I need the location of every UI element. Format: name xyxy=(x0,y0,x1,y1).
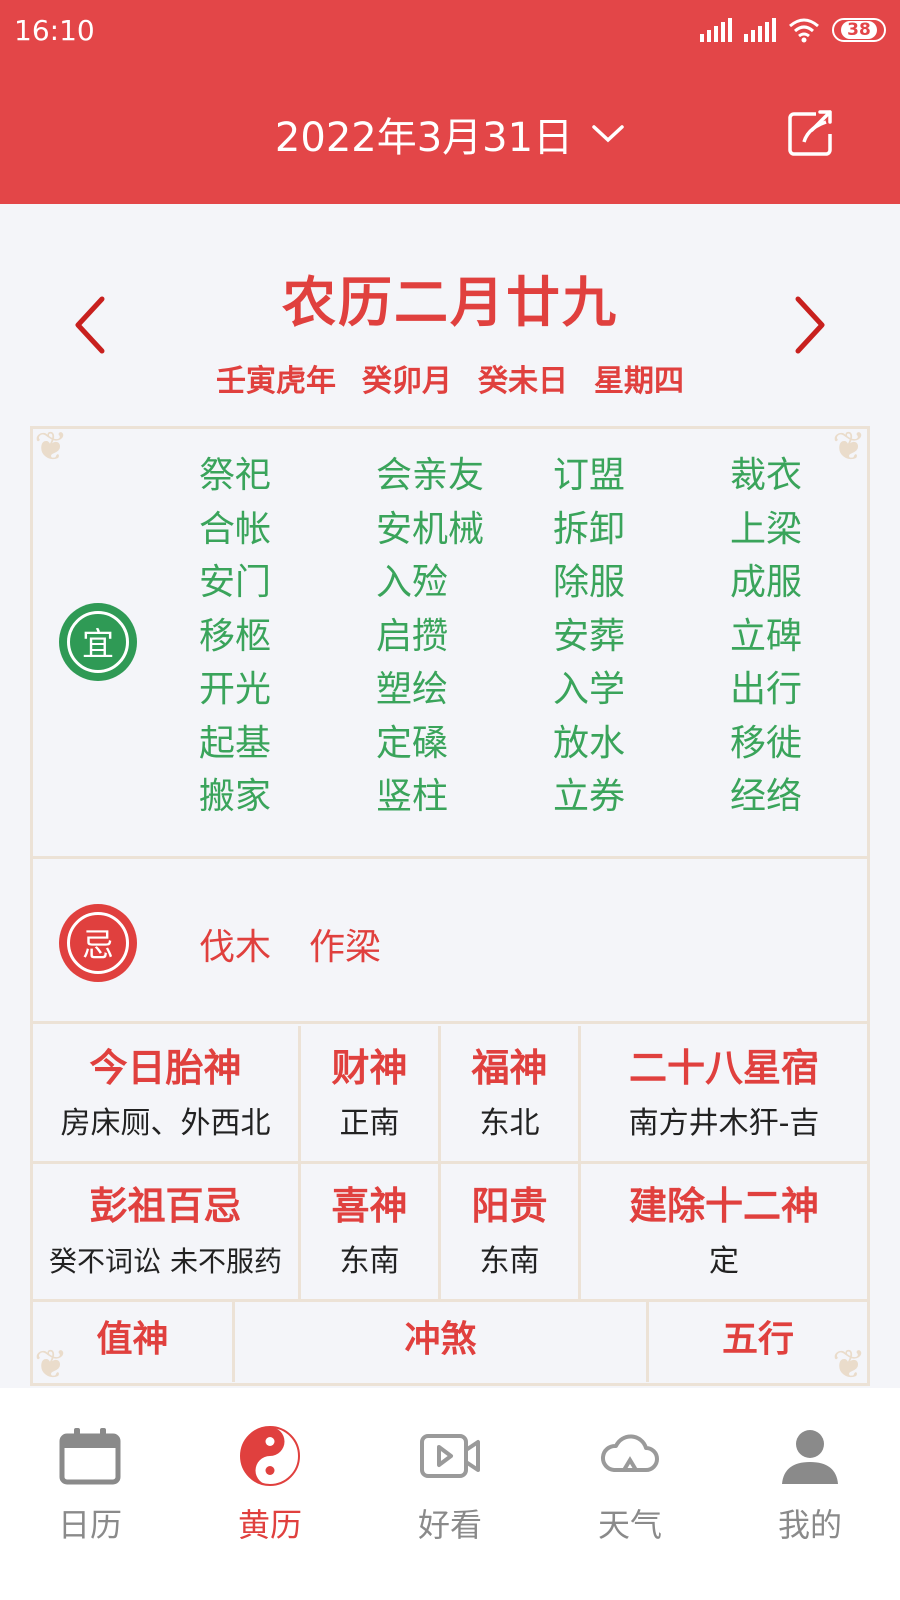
video-icon xyxy=(420,1434,480,1478)
yi-item: 启攒 xyxy=(376,615,449,657)
nav-almanac[interactable]: 黄历 xyxy=(180,1388,360,1600)
header-bar: 16:10 38 2022年3月31日 xyxy=(0,0,900,204)
wifi-icon xyxy=(789,18,819,43)
bottom-nav: 日历 黄历 好看 天气 我的 xyxy=(0,1388,900,1600)
yi-item: 移柩 xyxy=(199,615,272,657)
yi-item: 安机械 xyxy=(376,508,485,550)
lunar-date-title: 农历二月廿九 xyxy=(282,271,618,334)
yi-item: 立碑 xyxy=(730,615,803,657)
battery-indicator: 38 xyxy=(832,18,886,42)
yi-item: 竖柱 xyxy=(376,776,449,817)
info-cell-taishen[interactable]: 今日胎神 房床厕、外西北 xyxy=(33,1026,301,1161)
yi-item: 合帐 xyxy=(199,508,272,550)
info-row: 值神 冲煞 五行 xyxy=(33,1302,867,1382)
yi-item: 会亲友 xyxy=(376,455,485,496)
share-icon[interactable] xyxy=(786,108,836,158)
yi-item: 立券 xyxy=(553,776,626,817)
calendar-icon xyxy=(59,1428,121,1485)
chevron-down-icon xyxy=(592,125,624,143)
status-icons: 38 xyxy=(700,14,886,46)
info-row: 彭祖百忌 癸不词讼 未不服药 喜神 东南 阳贵 东南 建除十二神 定 xyxy=(33,1164,867,1302)
info-cell-caishen[interactable]: 财神 正南 xyxy=(301,1026,441,1161)
ji-item: 作梁 xyxy=(309,927,382,968)
nav-watch[interactable]: 好看 xyxy=(360,1388,540,1600)
yi-item: 除服 xyxy=(553,562,626,603)
ji-section: 忌 伐木 作梁 xyxy=(33,862,867,1024)
status-time: 16:10 xyxy=(14,14,95,47)
status-bar: 16:10 38 xyxy=(0,0,900,64)
info-row: 今日胎神 房床厕、外西北 财神 正南 福神 东北 二十八星宿 南方井木犴-吉 xyxy=(33,1026,867,1164)
info-cell-chongsha[interactable]: 冲煞 xyxy=(235,1302,649,1382)
yi-item: 裁衣 xyxy=(730,455,803,496)
info-cell-yanggui[interactable]: 阳贵 东南 xyxy=(441,1164,581,1299)
yi-item: 塑绘 xyxy=(376,669,449,710)
nav-calendar[interactable]: 日历 xyxy=(0,1388,180,1600)
yi-item: 搬家 xyxy=(199,776,272,817)
weekday: 星期四 xyxy=(594,364,684,399)
ganzhi-year: 壬寅虎年 xyxy=(216,364,336,399)
info-table: 今日胎神 房床厕、外西北 财神 正南 福神 东北 二十八星宿 南方井木犴-吉 彭… xyxy=(33,1026,867,1382)
info-cell-jianchu[interactable]: 建除十二神 定 xyxy=(581,1164,867,1299)
ganzhi-day: 癸未日 xyxy=(478,364,568,399)
yi-item: 安门 xyxy=(199,562,272,603)
date-selector[interactable]: 2022年3月31日 xyxy=(0,104,900,164)
yi-item: 开光 xyxy=(199,669,272,710)
ji-badge: 忌 xyxy=(59,904,137,982)
nav-profile[interactable]: 我的 xyxy=(720,1388,900,1600)
info-cell-fushen[interactable]: 福神 东北 xyxy=(441,1026,581,1161)
info-cell-zhishen[interactable]: 值神 xyxy=(33,1302,235,1382)
almanac-panel: ❦ ❦ ❦ ❦ 宜 祭祀 会亲友 订盟 裁衣 合帐 安机械 拆卸 上梁 安门 入殓 除服 成服 移柩 启攒… xyxy=(30,425,870,1387)
cloud-icon xyxy=(601,1434,659,1472)
info-cell-wuxing[interactable]: 五行 xyxy=(649,1302,867,1382)
yi-item: 出行 xyxy=(730,669,803,710)
yi-item: 祭祀 xyxy=(199,455,272,496)
yi-item: 放水 xyxy=(553,722,626,764)
ganzhi-line: 壬寅虎年 癸卯月 癸未日 星期四 xyxy=(0,356,900,400)
yi-item: 经络 xyxy=(730,776,803,817)
prev-day-button[interactable] xyxy=(70,295,110,355)
yi-item: 订盟 xyxy=(553,455,626,496)
signal-icon xyxy=(744,18,776,42)
yi-item: 成服 xyxy=(730,562,803,603)
yi-item: 拆卸 xyxy=(553,508,626,550)
info-cell-xishen[interactable]: 喜神 东南 xyxy=(301,1164,441,1299)
yi-section: 宜 祭祀 会亲友 订盟 裁衣合帐 安机械 拆卸 上梁安门 入殓 除服 成服移柩 启攒 安葬 立碑开光 塑绘… xyxy=(33,429,867,859)
yi-item: 入学 xyxy=(553,669,626,710)
next-day-button[interactable] xyxy=(790,295,830,355)
yi-item: 起基 xyxy=(199,722,272,764)
info-cell-xingxiu[interactable]: 二十八星宿 南方井木犴-吉 xyxy=(581,1026,867,1161)
signal-icon xyxy=(700,18,732,42)
yi-item: 定磉 xyxy=(376,722,449,764)
ganzhi-month: 癸卯月 xyxy=(362,364,452,399)
ji-item: 伐木 xyxy=(199,927,272,968)
yi-badge: 宜 xyxy=(59,603,137,681)
nav-weather[interactable]: 天气 xyxy=(540,1388,720,1600)
yi-item: 移徙 xyxy=(730,722,803,764)
info-cell-pengzu[interactable]: 彭祖百忌 癸不词讼 未不服药 xyxy=(33,1164,301,1299)
ji-list: 伐木 作梁 xyxy=(199,918,381,970)
yi-item: 上梁 xyxy=(730,508,803,550)
yi-list: 祭祀 会亲友 订盟 裁衣合帐 安机械 拆卸 上梁安门 入殓 除服 成服移柩 启攒 安葬 立碑开光 塑绘 入学… xyxy=(199,449,860,824)
yi-item: 安葬 xyxy=(553,615,626,657)
yin-yang-icon xyxy=(240,1426,300,1486)
user-icon xyxy=(782,1430,838,1484)
header-date: 2022年3月31日 xyxy=(274,115,574,161)
yi-item: 入殓 xyxy=(376,562,449,603)
